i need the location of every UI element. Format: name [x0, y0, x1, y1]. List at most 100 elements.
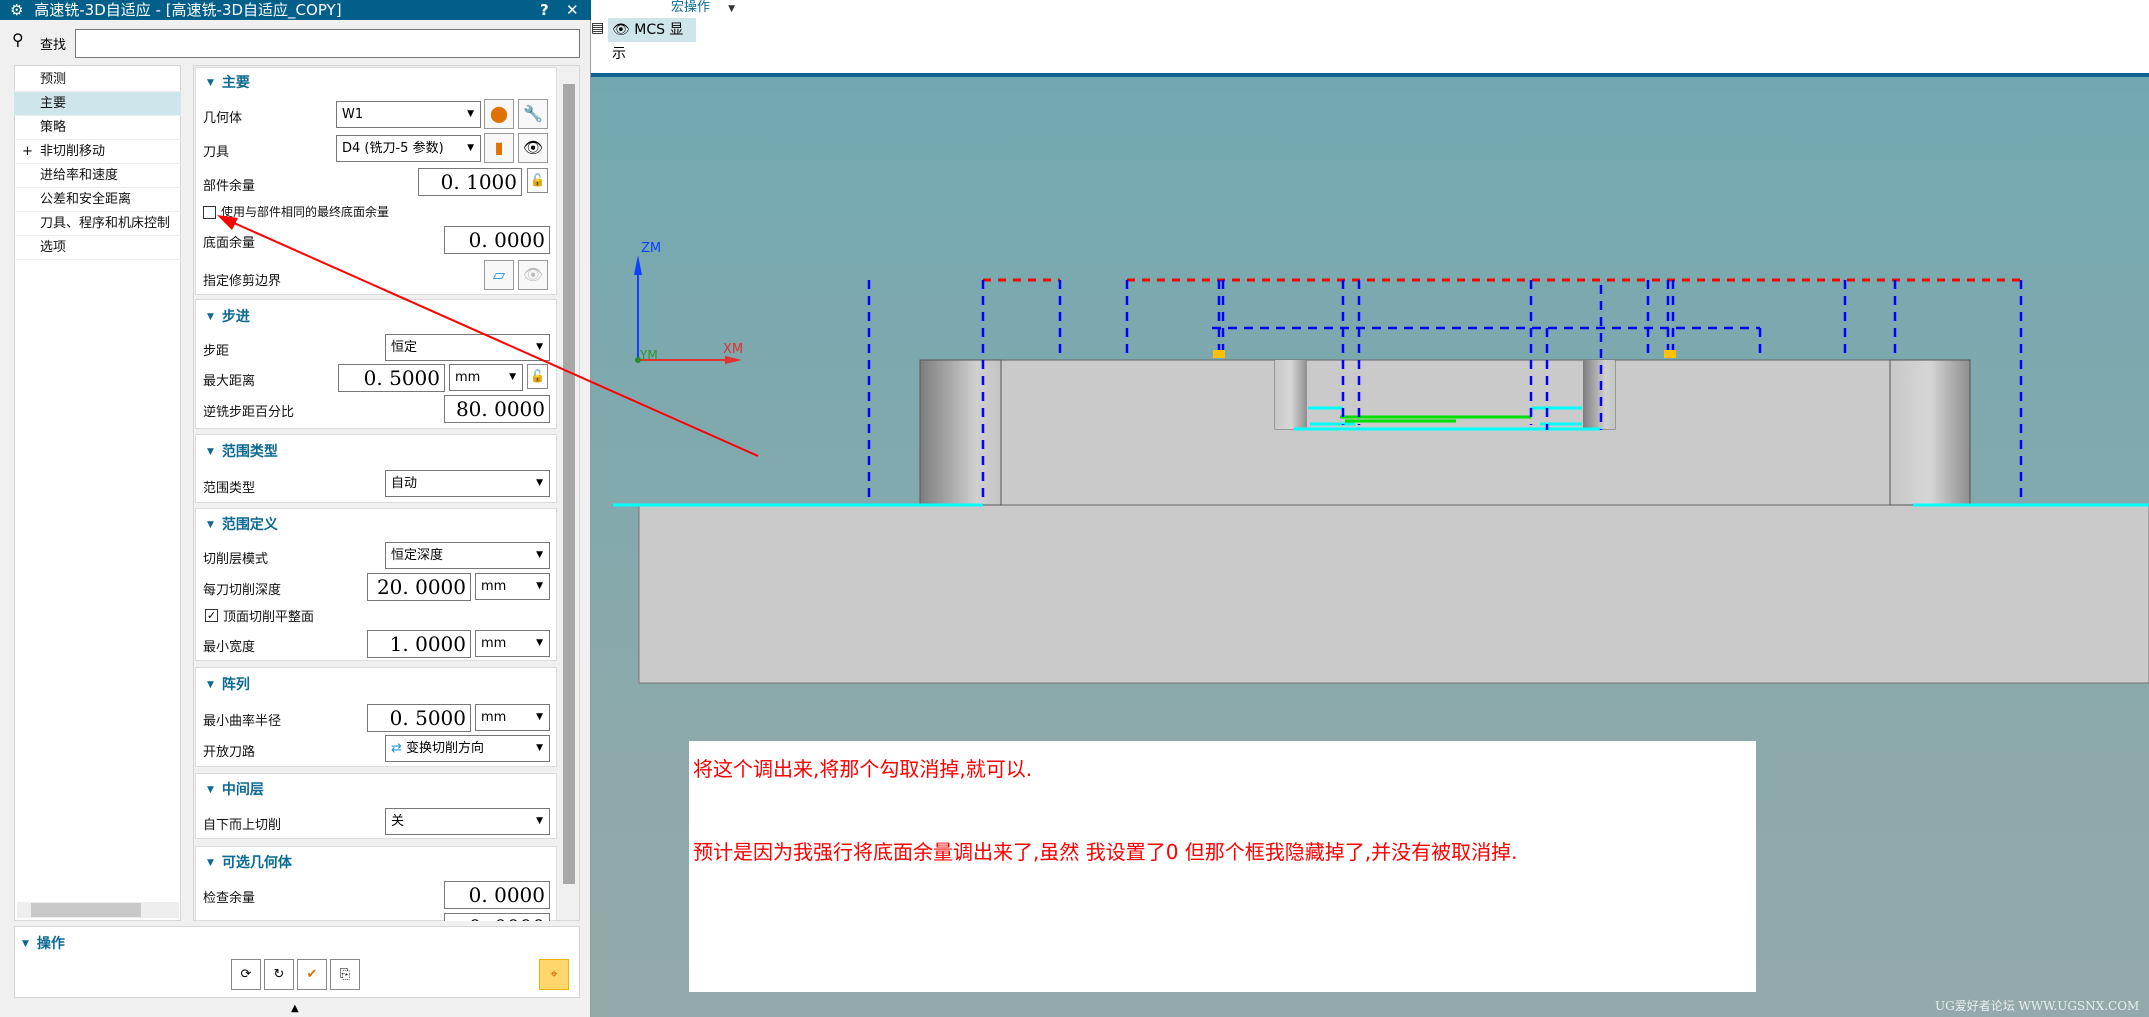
tree-item-non-cutting[interactable]: + 非切削移动: [14, 140, 181, 164]
same-floor-stock-checkbox[interactable]: [203, 206, 216, 219]
group-main-header[interactable]: 主要: [207, 72, 250, 92]
pocket-wall-right: [1583, 360, 1615, 429]
dialog-title: 高速铣-3D自适应 - [高速铣-3D自适应_COPY]: [34, 1, 342, 19]
note-line-2: 预计是因为我强行将底面余量调出来了,虽然 我设置了0 但那个框我隐藏掉了,并没有…: [693, 840, 1518, 864]
right-boss: [1889, 359, 1971, 506]
tree-item-tool-program[interactable]: 刀具、程序和机床控制: [14, 212, 181, 236]
replay-icon[interactable]: ↻: [264, 959, 294, 990]
trim-boundary-icon[interactable]: ▱: [484, 260, 514, 290]
cut-level-mode-select[interactable]: 恒定深度 ▼: [385, 542, 550, 569]
tree-item-feeds[interactable]: 进给率和速度: [14, 164, 181, 188]
top-face-checkbox[interactable]: ✓: [205, 609, 218, 622]
group-optional-geometry-header[interactable]: 可选几何体: [207, 852, 292, 872]
part-base-slab: [638, 504, 2149, 684]
annotation-note: 将这个调出来,将那个勾取消掉,就可以. 预计是因为我强行将底面余量调出来了,虽然…: [689, 741, 1756, 992]
min-curvature-radius-input[interactable]: 0. 5000: [367, 704, 471, 732]
tree-horizontal-scrollbar[interactable]: [17, 902, 179, 918]
edit-display-tool-icon[interactable]: 👁: [518, 133, 548, 163]
help-button[interactable]: ?: [540, 0, 549, 20]
mcs-display-button[interactable]: 👁 MCS 显示: [608, 18, 696, 62]
group-stepover-header[interactable]: 步进: [207, 306, 250, 326]
geometry-label: 几何体: [203, 111, 243, 126]
new-geometry-icon[interactable]: ⬤: [484, 99, 514, 129]
min-width-input[interactable]: 1. 0000: [367, 630, 471, 658]
depth-unit-select[interactable]: mm ▼: [475, 573, 550, 600]
list-icon[interactable]: ⎘: [330, 959, 360, 990]
macro-label: 宏操作: [671, 0, 711, 15]
tree-item-predict[interactable]: 预测: [14, 68, 181, 92]
search-input[interactable]: [75, 29, 580, 58]
gear-icon: ⚙: [10, 1, 24, 19]
tree-item-options[interactable]: 选项: [14, 236, 181, 260]
axis-y-label: YM: [640, 348, 658, 362]
generate-icon[interactable]: ⟳: [231, 959, 261, 990]
chevron-down-icon: ▼: [728, 4, 736, 14]
min-width-label: 最小宽度: [203, 640, 256, 655]
min-width-unit-select[interactable]: mm ▼: [475, 630, 550, 657]
left-boss: [919, 359, 1002, 506]
watermark: UG爱好者论坛 WWW.UGSNX.COM: [1935, 999, 2140, 1013]
stepover-label: 步距: [203, 344, 230, 359]
search-label: 查找: [40, 38, 67, 53]
note-line-1: 将这个调出来,将那个勾取消掉,就可以.: [693, 757, 1033, 781]
pocket-wall-left: [1275, 360, 1307, 429]
part-stock-input[interactable]: 0. 1000: [418, 168, 522, 196]
dialog-titlebar[interactable]: ⚙ 高速铣-3D自适应 - [高速铣-3D自适应_COPY] ? ✕: [0, 0, 591, 20]
expand-icon[interactable]: +: [22, 140, 33, 164]
stepover-select[interactable]: 恒定 ▼: [385, 334, 550, 361]
group-range-type-header[interactable]: 范围类型: [207, 441, 278, 461]
axis-z-label: ZM: [641, 241, 662, 256]
check-stock-label: 检查余量: [203, 891, 256, 906]
wrench-icon[interactable]: 🔧: [518, 99, 548, 129]
tool-select[interactable]: D4 (铣刀-5 参数) ▼: [336, 135, 481, 162]
clipped-row: 0. 0000: [444, 913, 550, 921]
max-distance-input[interactable]: 0. 5000: [338, 364, 445, 392]
group-range-definition-header[interactable]: 范围定义: [207, 514, 278, 534]
axis-x-label: XM: [723, 342, 744, 357]
climb-stepover-label: 逆铣步距百分比: [203, 405, 295, 420]
layer-icon[interactable]: ▤: [591, 20, 604, 36]
engage-marker: [1664, 350, 1676, 358]
depth-per-cut-label: 每刀切削深度: [203, 583, 282, 598]
climb-stepover-input[interactable]: 80. 0000: [444, 395, 550, 423]
tree-item-strategy[interactable]: 策略: [14, 116, 181, 140]
alternate-direction-icon: ⇄: [391, 741, 402, 756]
range-type-select[interactable]: 自动 ▼: [385, 470, 550, 497]
range-type-label: 范围类型: [203, 481, 256, 496]
max-distance-unit-select[interactable]: mm ▼: [449, 364, 523, 391]
new-tool-icon[interactable]: ▮: [484, 133, 514, 163]
top-face-label: 顶面切削平整面: [223, 610, 315, 625]
close-button[interactable]: ✕: [566, 0, 579, 20]
geometry-select[interactable]: W1 ▼: [336, 101, 481, 128]
group-array-header[interactable]: 阵列: [207, 674, 250, 694]
tree-item-tolerance[interactable]: 公差和安全距离: [14, 188, 181, 212]
show-icon[interactable]: 👁: [518, 260, 548, 290]
cut-level-mode-label: 切削层模式: [203, 552, 269, 567]
pocket: [1274, 359, 1616, 430]
check-stock-input[interactable]: 0. 0000: [444, 881, 550, 909]
add-feature-icon[interactable]: ⌖: [539, 959, 569, 990]
bottom-up-select[interactable]: 关 ▼: [385, 808, 550, 835]
toolbar: 宏操作 ▼ ▤ 👁 MCS 显示: [591, 0, 2149, 77]
lock-icon[interactable]: 🔓: [527, 364, 548, 389]
verify-icon[interactable]: ✔: [297, 959, 327, 990]
depth-per-cut-input[interactable]: 20. 0000: [367, 573, 471, 601]
lock-icon[interactable]: 🔓: [527, 168, 548, 193]
floor-stock-label: 底面余量: [203, 236, 256, 251]
collapse-icon[interactable]: ▲: [291, 1003, 299, 1014]
open-passes-select[interactable]: ⇄ 变换切削方向 ▼: [385, 735, 550, 762]
actions-header[interactable]: 操作: [22, 933, 65, 953]
macro-menu[interactable]: 宏操作 ▼: [671, 0, 735, 15]
tree-item-main[interactable]: 主要: [14, 92, 181, 116]
min-curvature-radius-label: 最小曲率半径: [203, 714, 282, 729]
properties-scrollbar[interactable]: [561, 70, 577, 918]
radius-unit-select[interactable]: mm ▼: [475, 704, 550, 731]
binoculars-icon: ⚲: [12, 30, 24, 49]
engage-marker: [1213, 350, 1225, 358]
tool-label: 刀具: [203, 145, 230, 160]
open-passes-label: 开放刀路: [203, 745, 256, 760]
bottom-up-label: 自下而上切削: [203, 818, 282, 833]
same-floor-stock-label: 使用与部件相同的最终底面余量: [221, 205, 390, 219]
group-intermediate-level-header[interactable]: 中间层: [207, 779, 264, 799]
floor-stock-input[interactable]: 0. 0000: [444, 226, 550, 254]
